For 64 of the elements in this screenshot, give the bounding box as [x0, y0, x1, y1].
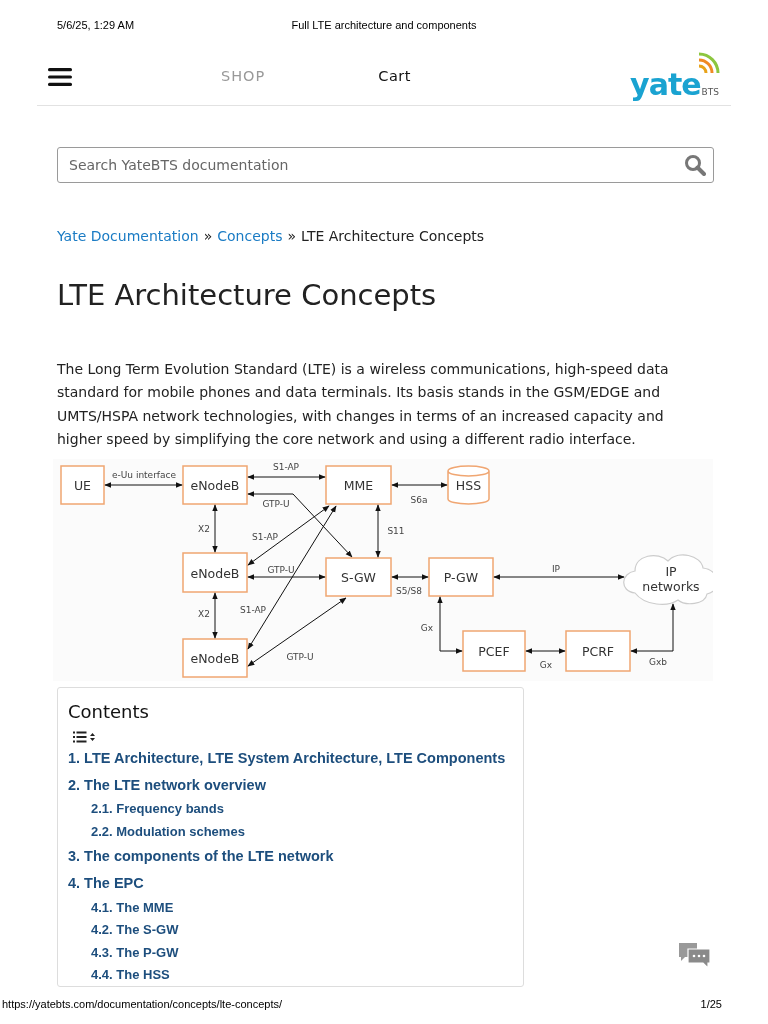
link-label: e-Uu interface	[111, 469, 177, 480]
connector-arrow	[391, 482, 448, 488]
contents-link[interactable]: 4. The EPC	[68, 873, 144, 895]
network-node: PCRF	[565, 630, 631, 672]
contents-link[interactable]: 3. The components of the LTE network	[68, 846, 334, 869]
link-label: S1-AP	[239, 604, 267, 615]
network-node: P-GW	[428, 557, 494, 597]
menu-icon[interactable]	[48, 67, 72, 86]
link-label: IP	[551, 563, 561, 574]
link-label: Gx	[539, 659, 553, 670]
connector-arrow	[525, 648, 566, 654]
print-title: Full LTE architecture and components	[291, 19, 477, 31]
contents-link[interactable]: 4.4. The HSS	[91, 965, 170, 985]
intro-paragraph: The Long Term Evolution Standard (LTE) is a wireless communications, high-speed data standard for mobile phones and data terminals. Its basis stands in the GSM/EDGE and UMTS/HSPA network technologies, with changes in terms of an increased capacity and higher speed by simplifying the core network and using a different radio interface.	[57, 359, 670, 450]
link-label: GTP-U	[267, 564, 295, 575]
page-number: 1/25	[700, 997, 722, 1012]
network-node: eNodeB	[182, 465, 248, 505]
breadcrumb-current: LTE Architecture Concepts	[301, 227, 485, 246]
connector-arrow	[630, 603, 676, 654]
contents-title: Contents	[68, 699, 150, 724]
list-toggle-icon[interactable]	[73, 730, 97, 743]
network-node: MME	[325, 465, 392, 505]
network-node: PCEF	[462, 630, 526, 672]
link-label: GTP-U	[262, 498, 290, 509]
print-url: https://yatebts.com/documentation/concepts/lte-concepts/	[2, 997, 283, 1012]
link-label: Gx	[420, 622, 434, 633]
page-title: LTE Architecture Concepts	[57, 278, 438, 313]
link-label: S1-AP	[251, 531, 279, 542]
link-label: S11	[387, 525, 405, 536]
network-node: eNodeB	[182, 638, 248, 678]
connector-arrow	[212, 504, 218, 553]
link-label: S5/S8	[396, 585, 422, 596]
contents-link[interactable]: 2.1. Frequency bands	[91, 799, 224, 819]
search-field[interactable]: Search YateBTS documentation	[57, 147, 714, 183]
search-icon[interactable]	[684, 154, 706, 176]
connector-arrow	[437, 596, 463, 654]
breadcrumb-separator: »	[287, 227, 297, 246]
link-label: GTP-U	[286, 651, 314, 662]
contents-link[interactable]: 2.2. Modulation schemes	[91, 821, 245, 842]
connector-arrow	[375, 504, 381, 558]
network-node: S-GW	[325, 557, 392, 597]
breadcrumb-separator: »	[203, 227, 213, 246]
connector-arrow	[212, 592, 218, 639]
database-node: HSS	[447, 465, 490, 505]
print-date: 5/6/25, 1:29 AM	[57, 19, 135, 31]
connector-arrow	[391, 574, 429, 580]
contents-link[interactable]: 1. LTE Architecture, LTE System Architecture, LTE Components	[68, 747, 506, 770]
breadcrumb-link[interactable]: Concepts	[217, 226, 283, 247]
nav-link[interactable]: Cart	[378, 65, 411, 88]
logo[interactable]: yate BTS	[630, 49, 721, 100]
contents-link[interactable]: 4.1. The MME	[91, 897, 174, 918]
cloud-node: IP networks	[623, 554, 713, 605]
link-label: X2	[198, 608, 210, 619]
contents-link[interactable]: 4.2. The S-GW	[91, 920, 179, 940]
link-label: S1-AP	[272, 461, 300, 472]
link-label: Gxb	[649, 656, 667, 667]
network-node: eNodeB	[182, 552, 248, 593]
breadcrumb-link[interactable]: Yate Documentation	[57, 226, 199, 247]
contents-link[interactable]: 2. The LTE network overview	[68, 774, 266, 797]
link-label: S6a	[410, 494, 428, 505]
link-label: X2	[198, 523, 210, 534]
network-node: UE	[60, 465, 105, 505]
chat-icon[interactable]	[679, 943, 710, 968]
contents-link[interactable]: 4.3. The P-GW	[91, 942, 179, 963]
